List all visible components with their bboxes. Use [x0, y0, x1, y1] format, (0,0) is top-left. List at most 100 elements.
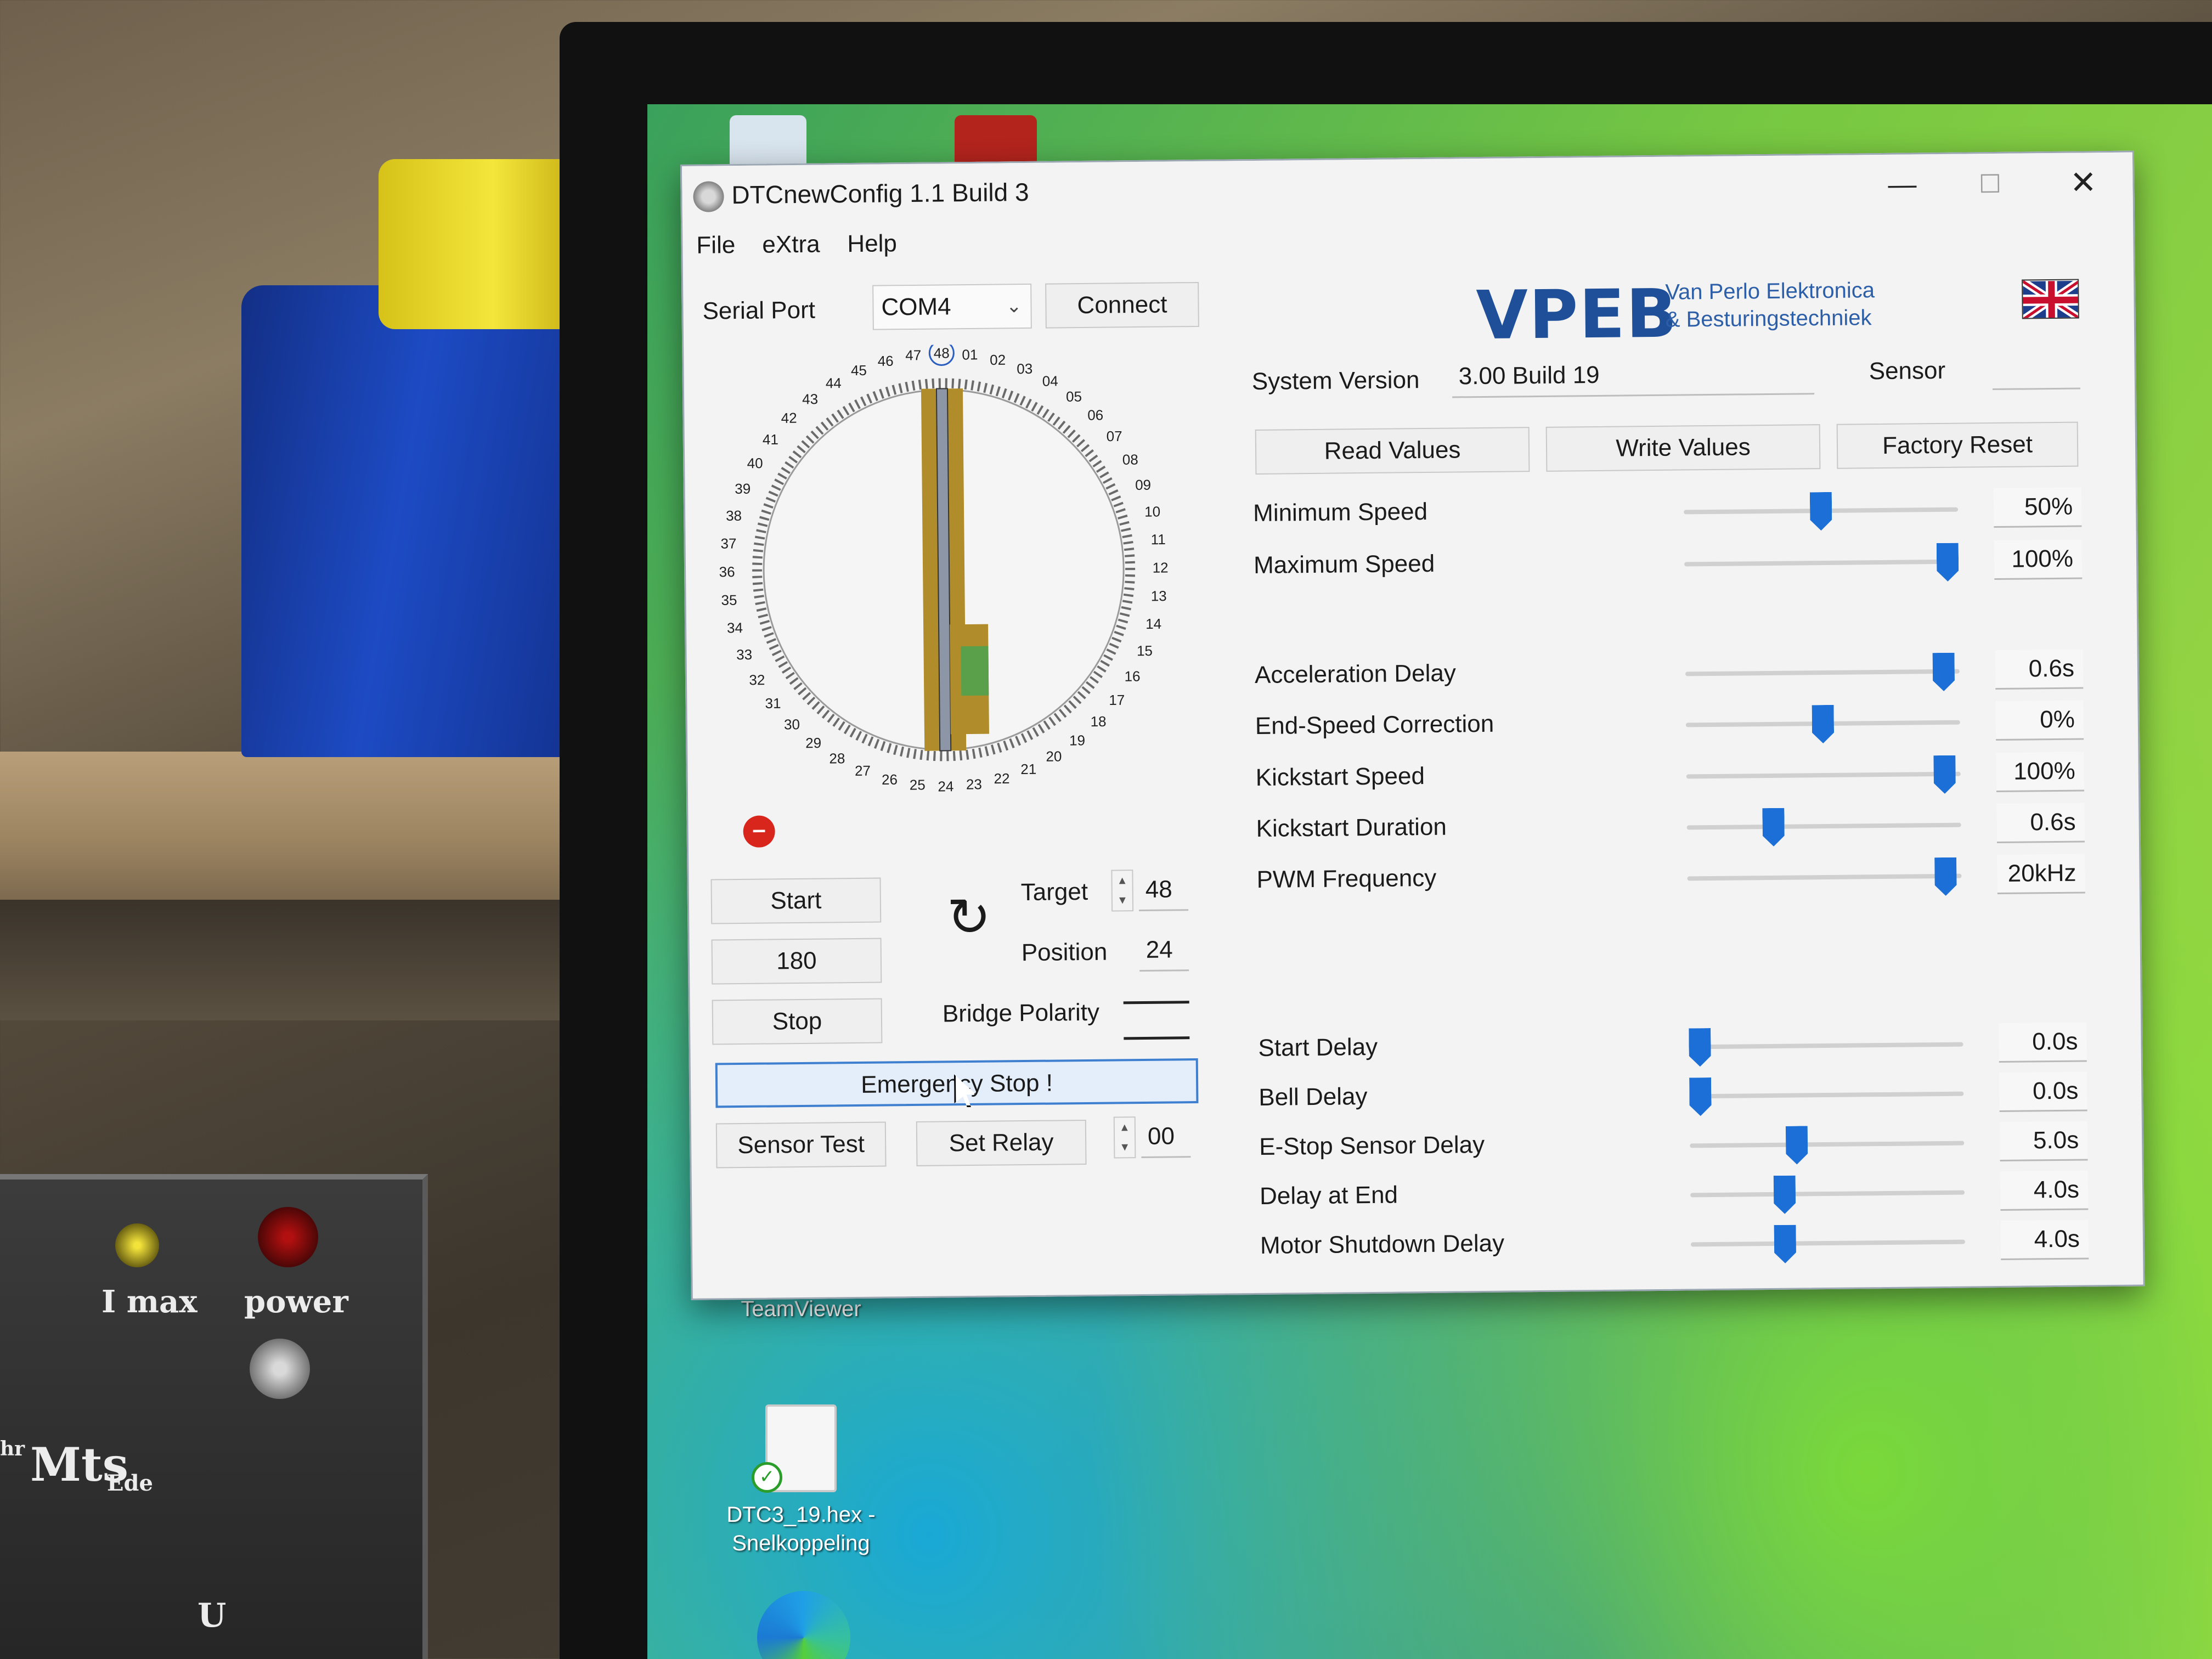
dial-tick-label[interactable]: 17	[1109, 692, 1125, 708]
dial-tick-label[interactable]: 33	[736, 646, 752, 663]
bridge-polarity-indicator[interactable]	[1123, 1001, 1190, 1040]
dial-tick-label[interactable]: 23	[966, 776, 982, 792]
dial-tick-label[interactable]: 01	[962, 346, 978, 363]
speed-field[interactable]: 180	[711, 938, 882, 985]
slider-thumb[interactable]	[1932, 653, 1955, 691]
setting-value[interactable]: 5.0s	[1999, 1121, 2088, 1161]
dial-tick-label[interactable]: 14	[1146, 616, 1161, 632]
dial-tick-label[interactable]: 06	[1087, 407, 1103, 423]
start-button[interactable]: Start	[710, 877, 882, 924]
target-field[interactable]: 48	[1138, 869, 1189, 912]
slider-thumb[interactable]	[1933, 755, 1956, 794]
turntable-dial[interactable]: 01 02 03 04 05 060708 09 10 11 12 13 14 15 16 1718 19 20…	[716, 342, 1171, 797]
setting-slider[interactable]	[1690, 1141, 1965, 1148]
dial-tick-label[interactable]: 40	[747, 455, 763, 471]
dial-tick-label[interactable]: 20	[1046, 748, 1062, 764]
setting-slider[interactable]	[1686, 822, 1961, 830]
setting-slider[interactable]	[1686, 771, 1961, 779]
target-spinner[interactable]: ▲ ▼	[1111, 870, 1134, 912]
close-icon[interactable]: ✕	[2039, 158, 2128, 208]
dial-tick-label[interactable]: 07	[1107, 428, 1122, 444]
dial-tick-label[interactable]: 44	[826, 375, 842, 391]
menu-file[interactable]: File	[696, 232, 735, 259]
slider-thumb[interactable]	[1786, 1126, 1808, 1164]
set-relay-button[interactable]: Set Relay	[916, 1119, 1087, 1166]
dial-tick-label[interactable]: 34	[727, 619, 743, 636]
setting-slider[interactable]	[1689, 1091, 1964, 1099]
dial-tick-label[interactable]: 25	[910, 776, 926, 793]
minimize-icon[interactable]: —	[1858, 160, 1946, 210]
dial-tick-label[interactable]: 36	[719, 563, 735, 580]
setting-slider[interactable]	[1687, 873, 1962, 881]
sensor-test-button[interactable]: Sensor Test	[715, 1121, 887, 1169]
slider-thumb[interactable]	[1810, 492, 1832, 531]
setting-value[interactable]: 0.0s	[1999, 1071, 2087, 1112]
dial-tick-label[interactable]: 08	[1122, 452, 1138, 468]
dial-tick-label[interactable]: 37	[720, 535, 736, 551]
dial-tick-label[interactable]: 02	[990, 352, 1006, 368]
setting-value[interactable]: 4.0s	[2000, 1220, 2089, 1260]
read-values-button[interactable]: Read Values	[1255, 427, 1530, 475]
dial-tick-label[interactable]: 21	[1020, 761, 1036, 777]
dial-tick-label[interactable]: 26	[882, 771, 898, 788]
dial-tick-label[interactable]: 13	[1151, 588, 1167, 604]
setting-value[interactable]: 4.0s	[2000, 1170, 2089, 1211]
serial-port-select[interactable]: COM4 ⌄	[872, 283, 1032, 330]
dial-tick-label[interactable]: 12	[1152, 559, 1168, 575]
dial-tick-label[interactable]: 10	[1144, 503, 1160, 520]
slider-thumb[interactable]	[1689, 1077, 1712, 1116]
dial-tick-label[interactable]: 22	[994, 770, 1009, 787]
dial-tick-label[interactable]: 24	[938, 778, 953, 794]
dial-tick-label[interactable]: 46	[878, 353, 894, 369]
dial-tick-label[interactable]: 47	[905, 347, 921, 363]
factory-reset-button[interactable]: Factory Reset	[1836, 421, 2079, 469]
dial-tick-label[interactable]: 03	[1017, 360, 1032, 377]
dial-tick-label[interactable]: 15	[1137, 642, 1153, 659]
dial-tick-label[interactable]: 32	[749, 672, 765, 688]
dial-tick-label[interactable]: 41	[763, 431, 778, 448]
setting-slider[interactable]	[1690, 1239, 1965, 1247]
setting-value[interactable]: 100%	[1996, 752, 2085, 793]
dial-tick-label[interactable]: 11	[1151, 531, 1166, 548]
dial-tick-label[interactable]: 27	[855, 763, 871, 779]
desktop-icon-recycle[interactable]	[730, 115, 806, 170]
setting-value[interactable]: 20kHz	[1997, 854, 2085, 895]
dial-tick-label[interactable]: 35	[721, 592, 737, 608]
dial-tick-label[interactable]: 38	[726, 507, 742, 524]
relay-spinner[interactable]: ▲ ▼	[1113, 1116, 1136, 1159]
menu-help[interactable]: Help	[847, 230, 897, 258]
desktop-file-label-2[interactable]: Snelkoppeling	[708, 1529, 894, 1558]
rotate-icon[interactable]: ↻	[936, 884, 1002, 951]
dial-tick-label[interactable]: 19	[1069, 732, 1085, 748]
setting-slider[interactable]	[1684, 559, 1959, 567]
dial-tick-label[interactable]: 29	[805, 735, 821, 751]
dial-tick-label[interactable]: 45	[851, 362, 867, 379]
setting-value[interactable]: 0.6s	[1996, 803, 2085, 844]
dial-tick-label[interactable]: 18	[1090, 713, 1106, 730]
setting-value[interactable]: 50%	[1993, 487, 2082, 528]
slider-thumb[interactable]	[1762, 808, 1785, 847]
setting-value[interactable]: 0%	[1995, 700, 2084, 741]
connect-button[interactable]: Connect	[1045, 281, 1199, 329]
slider-thumb[interactable]	[1934, 857, 1957, 896]
dial-tick-label[interactable]: 39	[735, 481, 751, 497]
uk-flag-icon[interactable]	[2022, 279, 2079, 319]
maximize-icon[interactable]: ☐	[1946, 159, 2034, 209]
slider-thumb[interactable]	[1689, 1028, 1711, 1066]
setting-slider[interactable]	[1690, 1190, 1965, 1198]
setting-value[interactable]: 0.0s	[1999, 1022, 2087, 1063]
dial-tick-label[interactable]: 48	[934, 345, 950, 361]
dial-tick-label[interactable]: 04	[1042, 373, 1058, 389]
setting-value[interactable]: 100%	[1994, 539, 2083, 580]
write-values-button[interactable]: Write Values	[1545, 424, 1821, 472]
dial-tick-label[interactable]: 42	[781, 410, 797, 426]
setting-slider[interactable]	[1689, 1042, 1963, 1049]
stop-button[interactable]: Stop	[712, 998, 883, 1045]
slider-thumb[interactable]	[1937, 543, 1959, 582]
dial-tick-label[interactable]: 28	[829, 750, 845, 766]
desktop-file-label-1[interactable]: DTC3_19.hex -	[708, 1500, 894, 1529]
relay-field[interactable]: 00	[1141, 1116, 1191, 1159]
dial-tick-label[interactable]: 43	[802, 391, 818, 407]
slider-thumb[interactable]	[1812, 705, 1835, 743]
menu-extra[interactable]: eXtra	[762, 231, 820, 259]
